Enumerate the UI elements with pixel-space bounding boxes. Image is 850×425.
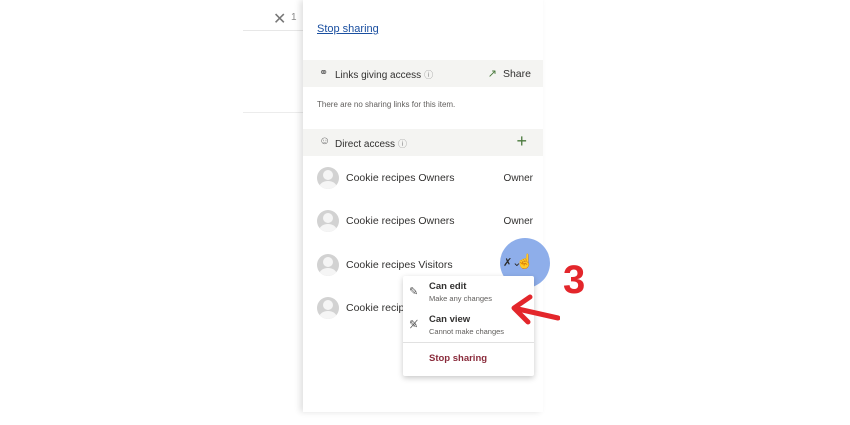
red-arrow-annotation [511, 294, 560, 325]
no-edit-icon: ✎̸ [409, 319, 419, 331]
divider [243, 112, 305, 113]
menu-item-subtitle: Cannot make changes [429, 327, 505, 336]
person-name: Cookie recipes Owners [346, 215, 455, 227]
avatar [317, 254, 339, 276]
links-section-title: Links giving access ⓘ [335, 70, 434, 81]
person-row[interactable]: Cookie recipes Owners Owner [303, 167, 543, 191]
avatar [317, 297, 339, 319]
pencil-icon: ✎ [409, 286, 419, 298]
divider [243, 30, 305, 31]
info-icon[interactable]: ⓘ [424, 70, 433, 80]
add-people-button[interactable]: + [516, 131, 527, 152]
share-label: Share [502, 68, 531, 80]
person-row[interactable]: Cookie recipes Owners Owner [303, 210, 543, 234]
stop-sharing-link[interactable]: Stop sharing [317, 23, 379, 35]
share-button[interactable]: ↗ Share [488, 67, 531, 80]
menu-item-stop-sharing[interactable]: Stop sharing [429, 353, 487, 364]
background-count: 1 [291, 12, 297, 23]
links-section-header: ⚭ Links giving access ⓘ ↗ Share [303, 60, 543, 87]
background-pane: ✕ 1 [243, 0, 305, 412]
share-icon: ↗ [487, 68, 497, 80]
cursor-hand-icon: ☝ [516, 253, 534, 269]
person-name: Cookie recip [346, 302, 405, 314]
person-name: Cookie recipes Visitors [346, 259, 453, 271]
role-dropdown[interactable]: Owner [504, 216, 533, 227]
menu-item-title: Can view [429, 314, 471, 325]
menu-item-title: Can edit [429, 281, 467, 292]
people-icon: ☺ [319, 135, 331, 147]
direct-access-header: ☺ Direct access ⓘ + [303, 129, 543, 156]
link-icon: ⚭ [319, 67, 329, 79]
avatar [317, 167, 339, 189]
screenshot-stage: ✕ 1 Stop sharing ⚭ Links giving access ⓘ … [0, 0, 850, 425]
close-icon[interactable]: ✕ [273, 9, 286, 29]
role-dropdown[interactable]: Owner [504, 173, 533, 184]
direct-access-title: Direct access ⓘ [335, 139, 408, 150]
avatar [317, 210, 339, 232]
info-icon[interactable]: ⓘ [398, 139, 407, 149]
person-name: Cookie recipes Owners [346, 172, 455, 184]
step-number-annotation: 3 [563, 258, 586, 302]
menu-item-subtitle: Make any changes [429, 294, 492, 303]
no-links-message: There are no sharing links for this item… [317, 100, 456, 109]
menu-divider [403, 342, 534, 343]
